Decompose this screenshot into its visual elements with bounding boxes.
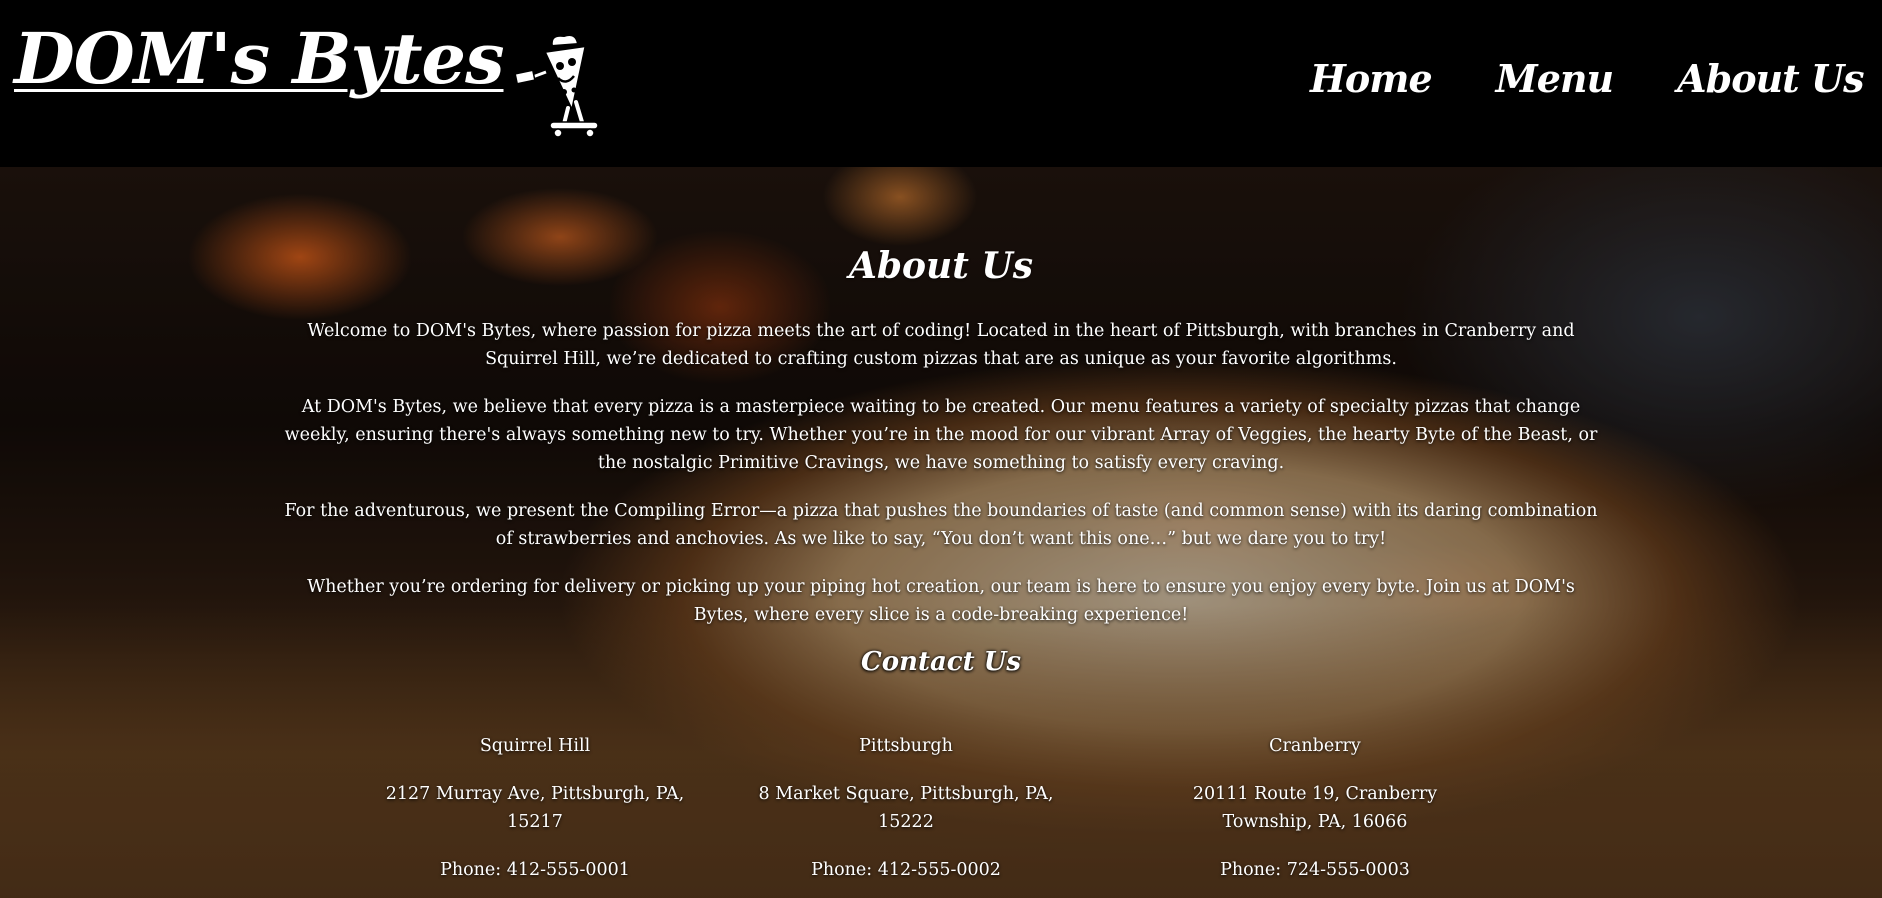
about-title: About Us: [848, 245, 1034, 287]
nav-home-link[interactable]: Home: [1310, 56, 1433, 101]
site-header: DOM's Bytes Home Menu About Us: [0, 0, 1882, 167]
location-card-pittsburgh: Pittsburgh 8 Market Square, Pittsburgh, …: [756, 732, 1056, 884]
about-paragraph: At DOM's Bytes, we believe that every pi…: [284, 397, 1598, 473]
about-paragraph: Welcome to DOM's Bytes, where passion fo…: [307, 321, 1575, 369]
location-phone: Phone: 412-555-0001: [440, 860, 630, 880]
location-name: Squirrel Hill: [479, 736, 591, 756]
pizza-skateboard-mascot-icon: [513, 34, 599, 138]
location-card-cranberry: Cranberry 20111 Route 19, Cranberry Town…: [1165, 732, 1465, 884]
nav-about-link[interactable]: About Us: [1677, 56, 1864, 101]
contact-title: Contact Us: [861, 647, 1021, 677]
about-content: About Us Welcome to DOM's Bytes, where p…: [0, 167, 1882, 898]
about-paragraphs: Welcome to DOM's Bytes, where passion fo…: [280, 317, 1602, 649]
location-address: 8 Market Square, Pittsburgh, PA, 15222: [758, 784, 1054, 832]
nav-menu-link[interactable]: Menu: [1496, 56, 1614, 101]
location-address: 20111 Route 19, Cranberry Township, PA, …: [1192, 784, 1438, 832]
logo-text[interactable]: DOM's Bytes: [14, 14, 504, 104]
about-paragraph: Whether you’re ordering for delivery or …: [307, 577, 1575, 625]
location-card-squirrel-hill: Squirrel Hill 2127 Murray Ave, Pittsburg…: [385, 732, 685, 884]
location-phone: Phone: 724-555-0003: [1220, 860, 1410, 880]
location-address: 2127 Murray Ave, Pittsburgh, PA, 15217: [385, 784, 685, 832]
location-name: Cranberry: [1269, 736, 1361, 756]
logo[interactable]: DOM's Bytes: [14, 14, 604, 142]
location-name: Pittsburgh: [859, 736, 953, 756]
location-phone: Phone: 412-555-0002: [811, 860, 1001, 880]
about-paragraph: For the adventurous, we present the Comp…: [284, 501, 1598, 549]
main-nav: Home Menu About Us: [1310, 56, 1864, 101]
about-section: About Us Welcome to DOM's Bytes, where p…: [0, 167, 1882, 898]
